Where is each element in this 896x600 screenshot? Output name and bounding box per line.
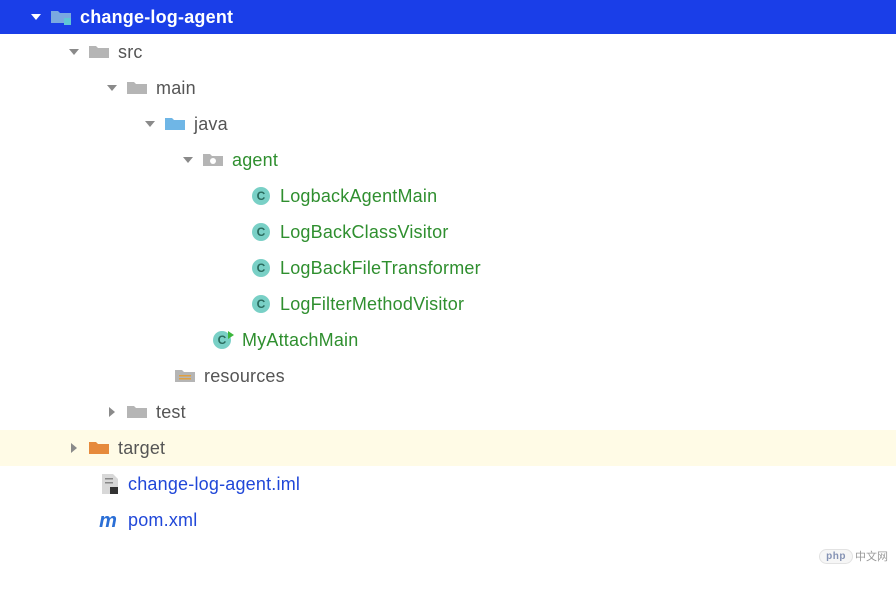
source-folder-icon xyxy=(164,113,186,135)
tree-label: src xyxy=(118,42,143,63)
tree-label: test xyxy=(156,402,186,423)
chevron-down-icon[interactable] xyxy=(142,116,158,132)
chevron-right-icon[interactable] xyxy=(66,440,82,456)
tree-row-java[interactable]: java xyxy=(0,106,896,142)
maven-file-icon: m xyxy=(98,509,120,531)
tree-row-iml[interactable]: change-log-agent.iml xyxy=(0,466,896,502)
tree-row-class-runnable[interactable]: C MyAttachMain xyxy=(0,322,896,358)
tree-row-class[interactable]: C LogBackFileTransformer xyxy=(0,250,896,286)
svg-text:C: C xyxy=(257,225,266,239)
tree-row-resources[interactable]: resources xyxy=(0,358,896,394)
tree-row-pom[interactable]: m pom.xml xyxy=(0,502,896,538)
tree-row-main[interactable]: main xyxy=(0,70,896,106)
excluded-folder-icon xyxy=(88,437,110,459)
tree-label: LogbackAgentMain xyxy=(280,186,437,207)
iml-file-icon xyxy=(98,473,120,495)
svg-text:C: C xyxy=(218,333,227,347)
svg-text:C: C xyxy=(257,189,266,203)
tree-label: LogBackFileTransformer xyxy=(280,258,481,279)
tree-label: LogBackClassVisitor xyxy=(280,222,449,243)
tree-label: pom.xml xyxy=(128,510,197,531)
class-icon: C xyxy=(250,221,272,243)
svg-text:C: C xyxy=(257,297,266,311)
tree-label: LogFilterMethodVisitor xyxy=(280,294,464,315)
resources-folder-icon xyxy=(174,365,196,387)
folder-icon xyxy=(88,41,110,63)
tree-label: agent xyxy=(232,150,278,171)
folder-icon xyxy=(126,77,148,99)
tree-label: resources xyxy=(204,366,285,387)
svg-text:C: C xyxy=(257,261,266,275)
tree-label: change-log-agent xyxy=(80,7,233,28)
tree-label: change-log-agent.iml xyxy=(128,474,300,495)
watermark-badge: php xyxy=(819,549,853,564)
tree-label: main xyxy=(156,78,196,99)
tree-row-root[interactable]: change-log-agent xyxy=(0,0,896,34)
chevron-right-icon[interactable] xyxy=(104,404,120,420)
watermark-text: 中文网 xyxy=(855,548,888,564)
tree-row-src[interactable]: src xyxy=(0,34,896,70)
tree-label: MyAttachMain xyxy=(242,330,358,351)
tree-row-class[interactable]: C LogbackAgentMain xyxy=(0,178,896,214)
class-icon: C xyxy=(250,185,272,207)
tree-row-class[interactable]: C LogFilterMethodVisitor xyxy=(0,286,896,322)
tree-label: target xyxy=(118,438,165,459)
tree-row-test[interactable]: test xyxy=(0,394,896,430)
tree-row-target[interactable]: target xyxy=(0,430,896,466)
chevron-down-icon[interactable] xyxy=(104,80,120,96)
package-icon xyxy=(202,149,224,171)
class-icon: C xyxy=(250,257,272,279)
chevron-down-icon[interactable] xyxy=(66,44,82,60)
chevron-down-icon[interactable] xyxy=(28,9,44,25)
tree-row-agent[interactable]: agent xyxy=(0,142,896,178)
tree-row-class[interactable]: C LogBackClassVisitor xyxy=(0,214,896,250)
class-icon: C xyxy=(250,293,272,315)
svg-text:m: m xyxy=(99,510,117,530)
folder-icon xyxy=(126,401,148,423)
watermark: php 中文网 xyxy=(819,548,888,564)
tree-label: java xyxy=(194,114,228,135)
module-folder-icon xyxy=(50,6,72,28)
chevron-down-icon[interactable] xyxy=(180,152,196,168)
class-runnable-icon: C xyxy=(212,329,234,351)
